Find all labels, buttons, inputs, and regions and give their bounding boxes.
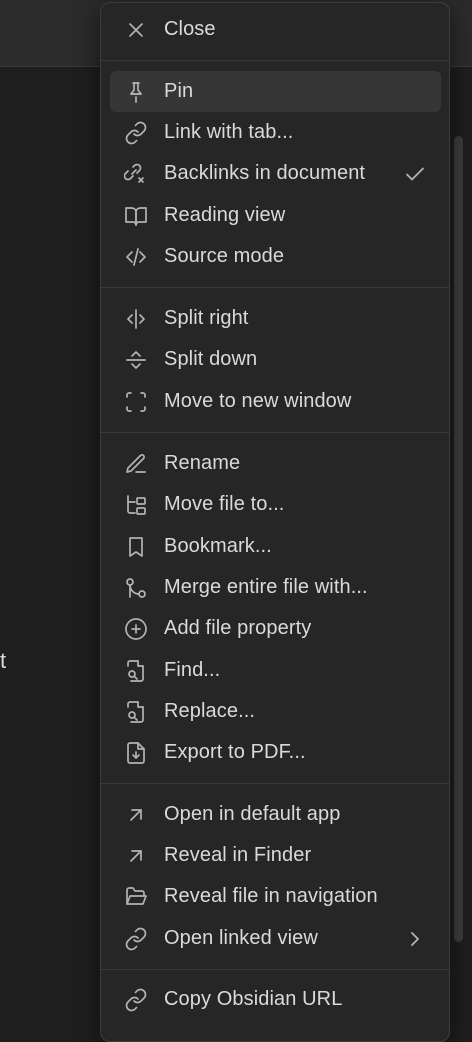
pencil-icon — [122, 450, 150, 478]
menu-item-label: Rename — [164, 452, 241, 474]
plus-circle-icon — [122, 615, 150, 643]
menu-item-label: Reveal in Finder — [164, 844, 312, 866]
menu-item-replace[interactable]: Replace... — [110, 691, 441, 732]
link-icon — [122, 986, 150, 1014]
menu-item-label: Copy Obsidian URL — [164, 988, 343, 1010]
menu-item-label: Find... — [164, 659, 221, 681]
menu-item-label: Merge entire file with... — [164, 576, 368, 598]
arrow-up-right-icon — [122, 842, 150, 870]
file-search-icon — [122, 657, 150, 685]
menu-item-split-right[interactable]: Split right — [110, 298, 441, 339]
git-merge-icon — [122, 574, 150, 602]
menu-separator — [101, 432, 449, 433]
file-download-icon — [122, 739, 150, 767]
chevron-right-icon — [403, 927, 427, 951]
x-icon — [122, 16, 150, 44]
scrollbar-thumb[interactable] — [454, 136, 463, 942]
link-icon — [122, 119, 150, 147]
menu-item-copy-url[interactable]: Copy Obsidian URL — [110, 979, 441, 1020]
menu-item-open-linked-view[interactable]: Open linked view — [110, 918, 441, 959]
bookmark-icon — [122, 533, 150, 561]
menu-separator — [101, 783, 449, 784]
menu-item-label: Add file property — [164, 617, 312, 639]
menu-item-label: Open linked view — [164, 927, 318, 949]
menu-item-label: Link with tab... — [164, 121, 294, 143]
menu-item-label: Replace... — [164, 700, 256, 722]
arrow-up-right-icon — [122, 801, 150, 829]
menu-item-find[interactable]: Find... — [110, 650, 441, 691]
menu-item-label: Pin — [164, 80, 194, 102]
menu-item-label: Reveal file in navigation — [164, 885, 378, 907]
menu-item-label: Reading view — [164, 204, 286, 226]
scan-frame-icon — [122, 388, 150, 416]
menu-item-close[interactable]: Close — [110, 9, 441, 50]
menu-item-add-property[interactable]: Add file property — [110, 608, 441, 649]
menu-item-move-new-window[interactable]: Move to new window — [110, 381, 441, 422]
menu-item-bookmark[interactable]: Bookmark... — [110, 526, 441, 567]
menu-item-split-down[interactable]: Split down — [110, 339, 441, 380]
folder-open-icon — [122, 883, 150, 911]
menu-item-pin[interactable]: Pin — [110, 71, 441, 112]
menu-separator — [101, 969, 449, 970]
split-horizontal-icon — [122, 346, 150, 374]
menu-item-move-file[interactable]: Move file to... — [110, 484, 441, 525]
file-search-icon — [122, 698, 150, 726]
context-menu: Close Pin Link with tab... Backlinks in … — [100, 2, 450, 1042]
menu-item-reading-view[interactable]: Reading view — [110, 195, 441, 236]
link-icon — [122, 925, 150, 953]
menu-item-label: Open in default app — [164, 803, 341, 825]
background-editor-text: t — [0, 648, 7, 673]
link-backlinks-icon — [122, 160, 150, 188]
menu-item-link-with-tab[interactable]: Link with tab... — [110, 112, 441, 153]
menu-separator — [101, 60, 449, 61]
book-open-icon — [122, 202, 150, 230]
menu-item-reveal-finder[interactable]: Reveal in Finder — [110, 835, 441, 876]
checkmark-icon — [403, 162, 427, 186]
pin-icon — [122, 78, 150, 106]
menu-item-label: Close — [164, 18, 216, 40]
menu-separator — [101, 287, 449, 288]
menu-item-open-default-app[interactable]: Open in default app — [110, 794, 441, 835]
menu-item-export-pdf[interactable]: Export to PDF... — [110, 732, 441, 773]
menu-item-merge[interactable]: Merge entire file with... — [110, 567, 441, 608]
folder-tree-icon — [122, 491, 150, 519]
menu-item-label: Move to new window — [164, 390, 352, 412]
menu-item-label: Bookmark... — [164, 535, 272, 557]
split-vertical-icon — [122, 305, 150, 333]
menu-item-label: Export to PDF... — [164, 741, 306, 763]
menu-item-label: Split down — [164, 348, 258, 370]
menu-item-reveal-navigation[interactable]: Reveal file in navigation — [110, 876, 441, 917]
menu-item-label: Source mode — [164, 245, 285, 267]
menu-item-label: Backlinks in document — [164, 162, 366, 184]
menu-item-label: Split right — [164, 307, 249, 329]
code-icon — [122, 243, 150, 271]
menu-item-rename[interactable]: Rename — [110, 443, 441, 484]
menu-item-backlinks[interactable]: Backlinks in document — [110, 153, 441, 194]
menu-item-label: Move file to... — [164, 493, 285, 515]
menu-item-source-mode[interactable]: Source mode — [110, 236, 441, 277]
